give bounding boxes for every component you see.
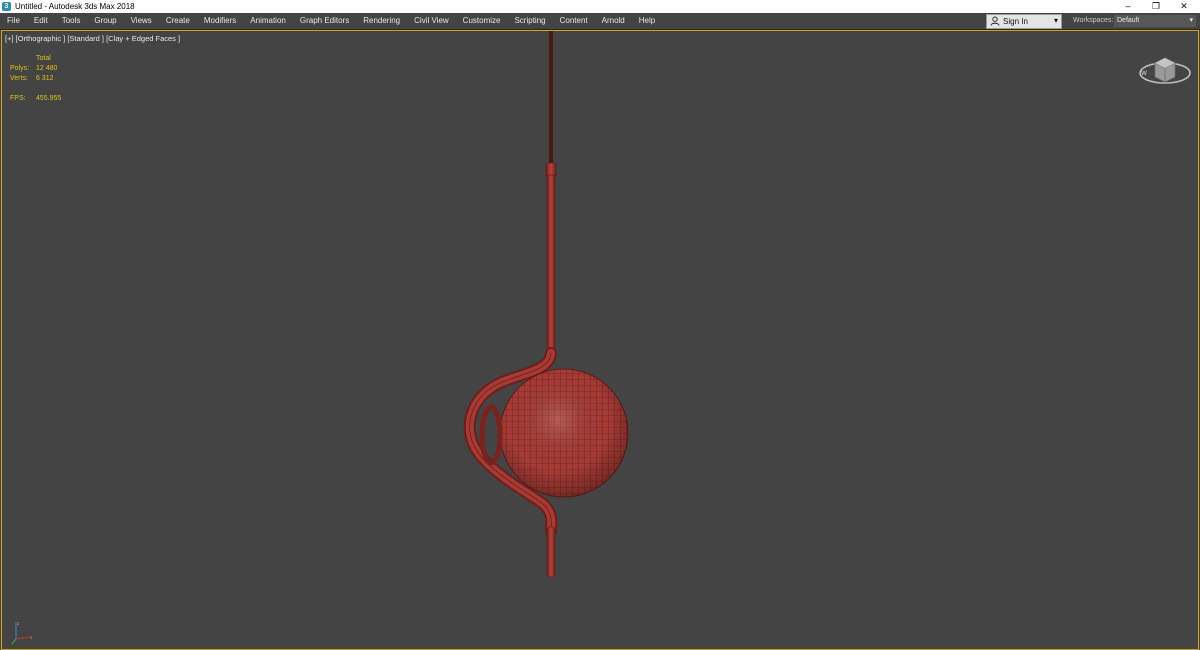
- menu-views[interactable]: Views: [124, 13, 159, 29]
- fps-value: 455.955: [36, 95, 62, 102]
- close-button[interactable]: ✕: [1170, 0, 1198, 13]
- fps-label: FPS:: [10, 95, 26, 102]
- polys-label: Polys:: [10, 65, 30, 72]
- inner-ring: [479, 404, 503, 466]
- menu-civil-view[interactable]: Civil View: [407, 13, 456, 29]
- menu-content[interactable]: Content: [553, 13, 595, 29]
- app-icon: 3: [2, 2, 11, 11]
- cord: [549, 31, 553, 165]
- chevron-down-icon: ▾: [1053, 16, 1058, 25]
- lower-rod: [546, 526, 556, 578]
- menu-file[interactable]: File: [0, 13, 27, 29]
- stats-header: Total: [36, 55, 51, 62]
- sphere-shading: [500, 369, 628, 497]
- menu-graph-editors[interactable]: Graph Editors: [293, 13, 356, 29]
- svg-text:W: W: [1141, 70, 1147, 77]
- menu-modifiers[interactable]: Modifiers: [197, 13, 243, 29]
- minimize-button[interactable]: –: [1114, 0, 1142, 13]
- upper-rod: [546, 174, 556, 356]
- restore-button[interactable]: ❐: [1142, 0, 1170, 13]
- title-bar: 3 Untitled - Autodesk 3ds Max 2018 – ❐ ✕: [0, 0, 1200, 13]
- menu-customize[interactable]: Customize: [456, 13, 508, 29]
- menu-rendering[interactable]: Rendering: [356, 13, 407, 29]
- menu-group[interactable]: Group: [87, 13, 123, 29]
- verts-label: Verts:: [10, 75, 28, 82]
- menu-edit[interactable]: Edit: [27, 13, 55, 29]
- chevron-down-icon: ▾: [1189, 17, 1193, 24]
- menu-scripting[interactable]: Scripting: [507, 13, 552, 29]
- polys-value: 12 480: [36, 65, 58, 72]
- workspaces-select[interactable]: Default ▾: [1114, 15, 1196, 27]
- verts-value: 6 312: [36, 75, 54, 82]
- viewcube-icon[interactable]: W: [1137, 51, 1193, 91]
- scene-model[interactable]: [2, 31, 1198, 649]
- viewport-label[interactable]: [+] [Orthographic ] [Standard ] [Clay + …: [5, 34, 180, 43]
- svg-text:x: x: [30, 635, 33, 640]
- viewport[interactable]: [+] [Orthographic ] [Standard ] [Clay + …: [1, 30, 1199, 650]
- svg-text:z: z: [17, 621, 19, 626]
- window-title: Untitled - Autodesk 3ds Max 2018: [15, 2, 135, 11]
- menu-help[interactable]: Help: [632, 13, 662, 29]
- menu-arnold[interactable]: Arnold: [595, 13, 632, 29]
- sign-in-label: Sign In: [1003, 17, 1028, 26]
- workspaces-label: Workspaces:: [1073, 17, 1114, 24]
- menu-animation[interactable]: Animation: [243, 13, 293, 29]
- user-icon: [990, 16, 1000, 26]
- axis-tripod-icon: z x: [11, 621, 33, 645]
- menu-create[interactable]: Create: [159, 13, 197, 29]
- menu-tools[interactable]: Tools: [55, 13, 88, 29]
- sign-in-dropdown[interactable]: Sign In ▾: [986, 14, 1062, 29]
- workspaces-value: Default: [1117, 17, 1140, 24]
